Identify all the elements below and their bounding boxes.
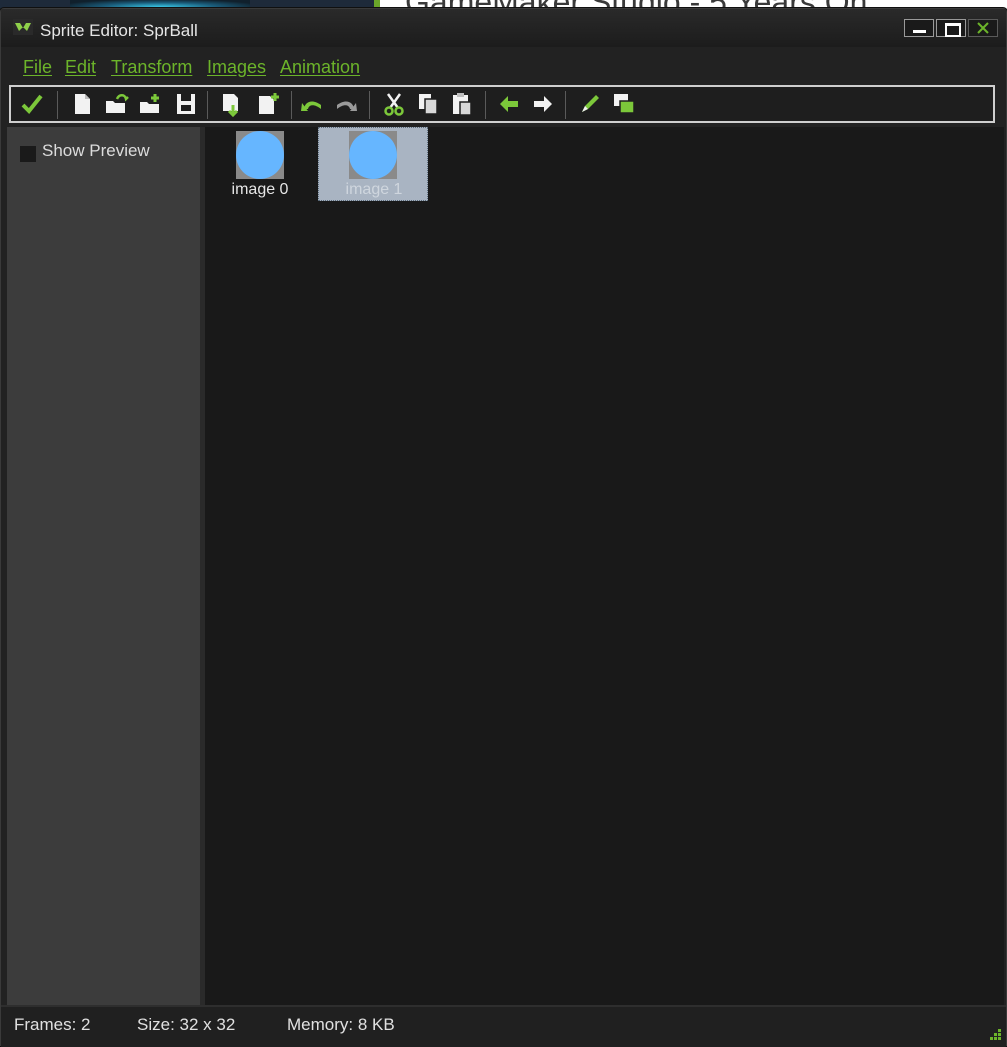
menu-bar: File Edit Transform Images Animation bbox=[1, 55, 1006, 81]
frame-label: image 0 bbox=[231, 181, 289, 198]
cut-icon[interactable] bbox=[381, 91, 407, 117]
insert-empty-icon[interactable] bbox=[255, 91, 281, 117]
add-empty-image-icon[interactable] bbox=[611, 91, 637, 117]
resize-grip-icon[interactable] bbox=[988, 1027, 1002, 1041]
frame-image-0[interactable]: image 0 bbox=[205, 127, 315, 201]
close-button[interactable] bbox=[968, 19, 998, 37]
minimize-icon bbox=[913, 30, 926, 33]
ball-sprite bbox=[349, 131, 397, 179]
confirm-icon[interactable] bbox=[19, 91, 45, 117]
toolbar bbox=[9, 85, 995, 123]
frame-image-1[interactable]: image 1 bbox=[318, 127, 428, 201]
frame-thumbnail bbox=[349, 131, 397, 179]
close-icon bbox=[977, 22, 989, 34]
save-icon[interactable] bbox=[173, 91, 199, 117]
sprite-editor-window: Sprite Editor: SprBall File Edit Transfo… bbox=[0, 8, 1007, 1047]
status-memory: Memory: 8 KB bbox=[287, 1015, 395, 1034]
toolbar-separator bbox=[565, 91, 566, 119]
toolbar-separator bbox=[485, 91, 486, 119]
open-icon[interactable] bbox=[103, 91, 129, 117]
frames-area[interactable]: image 0 image 1 bbox=[205, 127, 1004, 1005]
toolbar-separator bbox=[207, 91, 208, 119]
title-bar[interactable]: Sprite Editor: SprBall bbox=[1, 9, 1006, 47]
menu-images[interactable]: Images bbox=[207, 57, 266, 78]
show-preview-label[interactable]: Show Preview bbox=[42, 141, 150, 161]
ball-sprite bbox=[236, 131, 284, 179]
status-bar: Frames: 2 Size: 32 x 32 Memory: 8 KB bbox=[1, 1005, 1006, 1047]
minimize-button[interactable] bbox=[904, 19, 934, 37]
menu-file[interactable]: File bbox=[23, 57, 52, 78]
status-frames: Frames: 2 bbox=[14, 1015, 91, 1034]
maximize-icon bbox=[945, 23, 961, 37]
left-panel: Show Preview bbox=[7, 127, 200, 1005]
toolbar-separator bbox=[291, 91, 292, 119]
menu-animation[interactable]: Animation bbox=[280, 57, 360, 78]
show-preview-checkbox[interactable] bbox=[20, 146, 36, 162]
toolbar-separator bbox=[57, 91, 58, 119]
status-size: Size: 32 x 32 bbox=[137, 1015, 236, 1034]
create-from-strip-icon[interactable] bbox=[137, 91, 163, 117]
redo-icon[interactable] bbox=[333, 91, 359, 117]
frame-label: image 1 bbox=[345, 181, 403, 198]
toolbar-separator bbox=[369, 91, 370, 119]
window-title: Sprite Editor: SprBall bbox=[40, 21, 198, 40]
menu-transform[interactable]: Transform bbox=[111, 57, 192, 78]
frame-thumbnail bbox=[236, 131, 284, 179]
copy-icon[interactable] bbox=[415, 91, 441, 117]
new-sprite-icon[interactable] bbox=[69, 91, 95, 117]
shift-left-icon[interactable] bbox=[496, 91, 522, 117]
add-from-file-icon[interactable] bbox=[219, 91, 245, 117]
paste-icon[interactable] bbox=[449, 91, 475, 117]
shift-right-icon[interactable] bbox=[530, 91, 556, 117]
edit-image-icon[interactable] bbox=[577, 91, 603, 117]
gamemaker-logo-icon bbox=[13, 19, 33, 35]
menu-edit[interactable]: Edit bbox=[65, 57, 96, 78]
maximize-button[interactable] bbox=[936, 19, 966, 37]
undo-icon[interactable] bbox=[299, 91, 325, 117]
